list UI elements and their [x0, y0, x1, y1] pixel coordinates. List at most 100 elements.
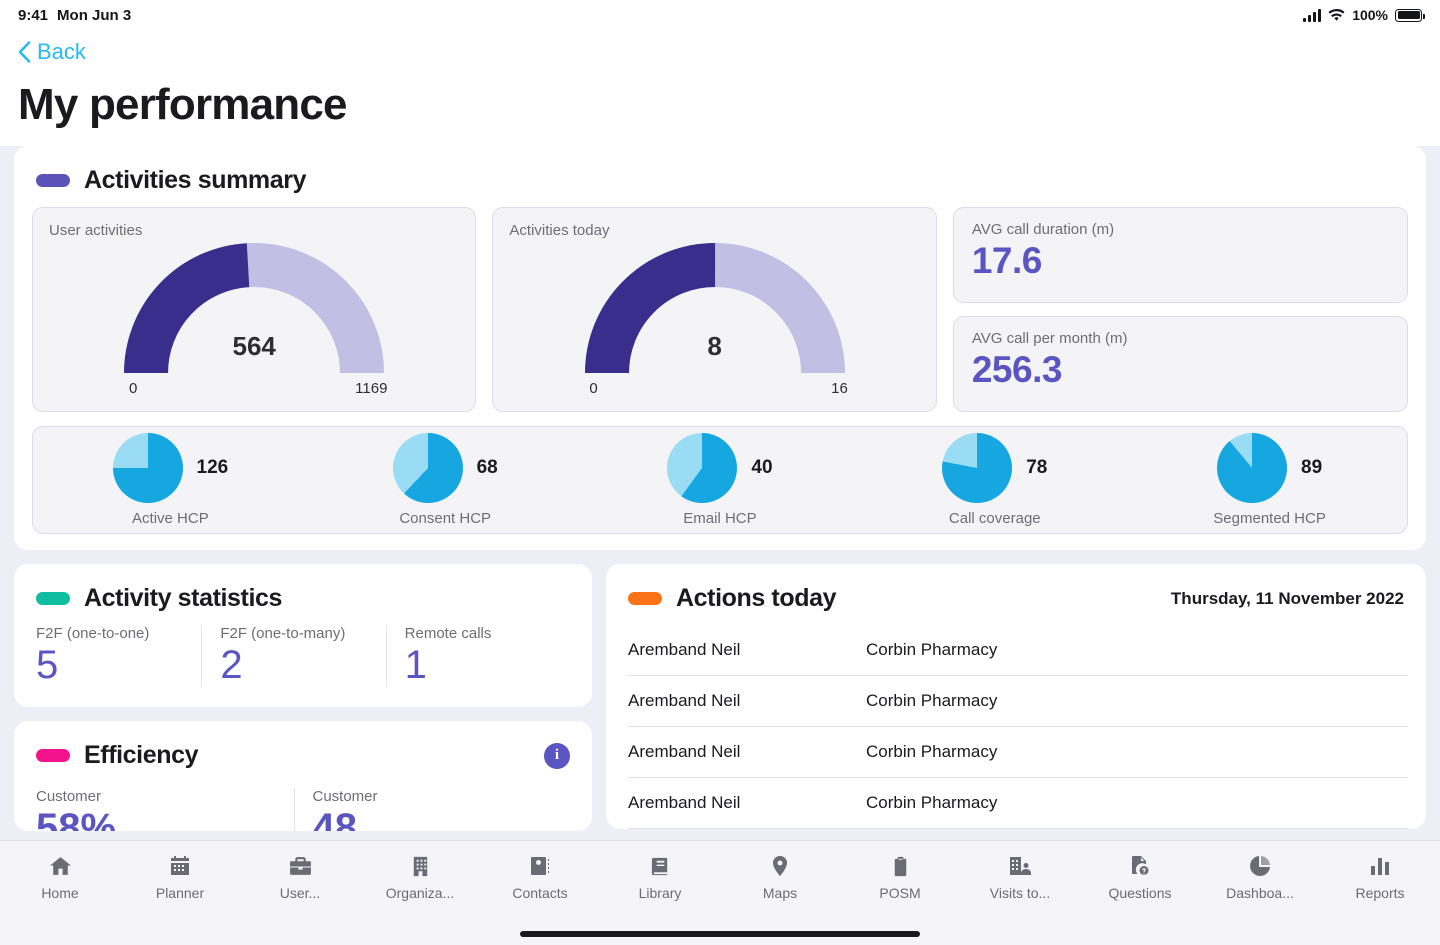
- status-date: Mon Jun 3: [57, 6, 132, 24]
- efficiency-title: Efficiency: [84, 741, 199, 770]
- action-contact-name: Aremband Neil: [628, 742, 741, 762]
- pie-value-segmented-hcp: 89: [1301, 457, 1323, 479]
- pie-chart-call-coverage: [942, 433, 1013, 504]
- pie-value-consent-hcp: 68: [476, 457, 498, 479]
- bottom-row: Activity statistics F2F (one-to-one) 5 F…: [14, 564, 1426, 832]
- tab-label-user: User...: [279, 885, 321, 901]
- kpi-label-f2f-one-to-many: F2F (one-to-many): [220, 625, 346, 643]
- stat-card-avg-call-per-month: AVG call per month (m) 256.3: [952, 316, 1408, 413]
- tab-library[interactable]: Library: [600, 853, 720, 901]
- kpi-f2f-one-to-one: F2F (one-to-one) 5: [36, 625, 201, 687]
- tab-user[interactable]: User...: [240, 853, 360, 901]
- contact-card-icon: [527, 853, 553, 879]
- gauge-activities-today: 8: [584, 243, 845, 388]
- table-row[interactable]: Aremband Neil Corbin Pharmacy: [628, 625, 1408, 677]
- calendar-icon: [167, 853, 193, 879]
- activity-statistics-title: Activity statistics: [84, 584, 283, 613]
- tab-reports[interactable]: Reports: [1320, 853, 1440, 901]
- pie-item-call-coverage: 78 Call coverage: [880, 433, 1110, 527]
- activity-statistics-kpis: F2F (one-to-one) 5 F2F (one-to-many) 2 R…: [14, 625, 592, 707]
- kpi-label-f2f-one-to-one: F2F (one-to-one): [36, 625, 150, 643]
- right-column: Actions today Thursday, 11 November 2022…: [606, 564, 1426, 830]
- gauge-value-activities-today: 8: [707, 331, 722, 362]
- kpi-value-remote-calls: 1: [404, 643, 427, 688]
- action-contact-name: Aremband Neil: [628, 691, 741, 711]
- gauge-value-user-activities: 564: [232, 331, 276, 362]
- kpi-label-efficiency-1: Customer: [36, 788, 102, 806]
- activities-summary-header: Activities summary: [14, 146, 1426, 207]
- accent-bar-actions-today: [628, 592, 662, 606]
- tab-dashboard[interactable]: Dashboa...: [1200, 853, 1320, 901]
- gauge-card-user-activities: User activities 564 0 1169: [32, 207, 477, 413]
- tab-visits-to[interactable]: Visits to...: [960, 853, 1080, 901]
- kpi-label-efficiency-2: Customer: [312, 788, 378, 806]
- tab-label-user-briefcase: Planner: [155, 885, 205, 901]
- tab-contacts[interactable]: Contacts: [480, 853, 600, 901]
- briefcase-icon: [287, 853, 313, 879]
- pie-item-consent-hcp: 68 Consent HCP: [330, 433, 560, 527]
- table-row[interactable]: Aremband Neil Corbin Pharmacy: [628, 778, 1408, 830]
- pie-label-consent-hcp: Consent HCP: [399, 510, 492, 528]
- table-row[interactable]: Aremband Neil Corbin Pharmacy: [628, 727, 1408, 779]
- pie-value-email-hcp: 40: [751, 457, 773, 479]
- pie-chart-segmented-hcp: [1217, 433, 1287, 504]
- building-icon: [407, 853, 433, 879]
- app-screen: 9:41 Mon Jun 3 100% Back My performance …: [0, 0, 1440, 945]
- pie-item-segmented-hcp: 89 Segmented HCP: [1155, 433, 1385, 527]
- gauge-card-activities-today: Activities today 8 0 16: [492, 207, 937, 413]
- tab-maps[interactable]: Maps: [720, 853, 840, 901]
- pie-top-call-coverage: 78: [942, 433, 1047, 504]
- status-bar: 9:41 Mon Jun 3 100%: [0, 0, 1440, 30]
- tab-questions[interactable]: Questions: [1080, 853, 1200, 901]
- tab-label-home: Home: [41, 885, 79, 901]
- efficiency-header: Efficiency i: [14, 721, 592, 782]
- cellular-signal-icon: [1303, 8, 1322, 22]
- tab-label-contacts: Contacts: [512, 885, 568, 901]
- action-account-name: Corbin Pharmacy: [866, 742, 998, 762]
- kpi-value-efficiency-1: 58%: [36, 806, 117, 832]
- pie-top-email-hcp: 40: [667, 433, 773, 504]
- gauge-min-activities-today: 0: [589, 380, 598, 398]
- pie-top-consent-hcp: 68: [392, 433, 498, 504]
- back-button-label: Back: [37, 39, 86, 64]
- activities-summary-title: Activities summary: [84, 166, 307, 195]
- action-contact-name: Aremband Neil: [628, 640, 741, 660]
- tab-label-maps: Maps: [762, 885, 798, 901]
- pie-label-call-coverage: Call coverage: [948, 510, 1041, 528]
- dashboard-content: Activities summary User activities 564 0: [0, 146, 1440, 832]
- gauge-label-user-activities: User activities: [49, 222, 143, 240]
- pie-label-segmented-hcp: Segmented HCP: [1213, 510, 1326, 528]
- action-contact-name: Aremband Neil: [628, 793, 741, 813]
- tab-organization[interactable]: Organiza...: [360, 853, 480, 901]
- kpi-efficiency-customer-percent: Customer 58%: [36, 788, 294, 831]
- activity-statistics-header: Activity statistics: [14, 564, 592, 625]
- actions-today-panel: Actions today Thursday, 11 November 2022…: [606, 564, 1426, 830]
- kpi-value-f2f-one-to-many: 2: [220, 643, 243, 688]
- kpi-value-efficiency-2: 48: [312, 806, 358, 832]
- tab-posm[interactable]: POSM: [840, 853, 960, 901]
- avg-stat-column: AVG call duration (m) 17.6 AVG call per …: [952, 207, 1408, 413]
- tab-home[interactable]: Home: [0, 853, 120, 901]
- status-time: 9:41: [18, 6, 49, 24]
- tab-label-posm: POSM: [879, 885, 921, 901]
- clipboard-icon: [887, 853, 913, 879]
- info-icon[interactable]: i: [544, 742, 570, 769]
- stat-label-avg-call-per-month: AVG call per month (m): [971, 330, 1128, 348]
- tab-planner[interactable]: Planner: [120, 853, 240, 901]
- building-person-icon: [1007, 853, 1033, 879]
- pie-label-active-hcp: Active HCP: [132, 510, 209, 528]
- actions-today-table: Aremband Neil Corbin Pharmacy Aremband N…: [606, 625, 1426, 830]
- gauge-min-user-activities: 0: [129, 380, 138, 398]
- pie-value-active-hcp: 126: [196, 457, 229, 479]
- status-bar-right: 100%: [1303, 7, 1425, 23]
- stat-card-avg-call-duration: AVG call duration (m) 17.6: [952, 207, 1408, 304]
- accent-bar-activity-statistics: [36, 592, 70, 606]
- pie-chart-icon: [1247, 853, 1273, 879]
- gauge-max-user-activities: 1169: [355, 380, 388, 398]
- table-row[interactable]: Aremband Neil Corbin Pharmacy: [628, 676, 1408, 728]
- status-bar-left: 9:41 Mon Jun 3: [18, 7, 131, 24]
- gauges-row: User activities 564 0 1169 Activities to…: [14, 207, 1426, 413]
- wifi-icon: [1328, 8, 1345, 22]
- chevron-left-icon: [18, 41, 31, 63]
- back-button[interactable]: Back: [18, 30, 1422, 74]
